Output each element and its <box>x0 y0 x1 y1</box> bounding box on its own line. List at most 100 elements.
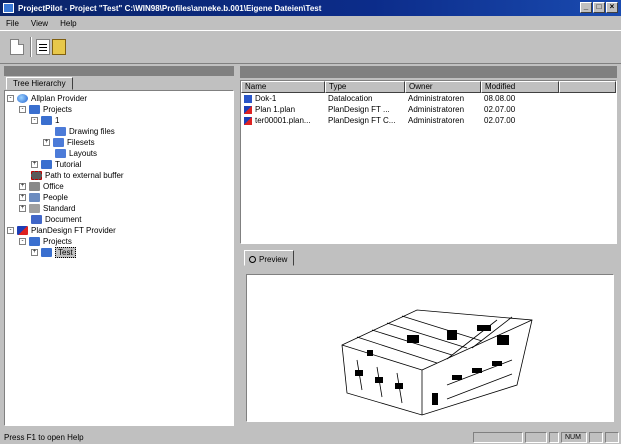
projects-folder-icon <box>29 237 40 246</box>
list-row[interactable]: ter00001.plan... PlanDesign FT C... Admi… <box>241 115 616 126</box>
layouts-icon <box>55 149 66 158</box>
tree-node-filesets[interactable]: + Filesets <box>43 137 95 148</box>
tree-node-label: Filesets <box>67 138 95 147</box>
status-cell <box>473 431 523 443</box>
tree-node-project-1[interactable]: - 1 <box>31 115 59 126</box>
expand-icon[interactable]: + <box>19 183 26 190</box>
menu-bar: File View Help <box>0 16 621 30</box>
tree-node-tutorial[interactable]: + Tutorial <box>31 159 81 170</box>
tab-preview-label: Preview <box>259 254 288 264</box>
list-row[interactable]: Dok-1 Datalocation Administratoren 08.08… <box>241 93 616 104</box>
plan-file-icon <box>244 105 252 114</box>
minimize-button[interactable]: _ <box>580 2 592 13</box>
tree-node-test[interactable]: + Test <box>31 247 76 258</box>
status-cell <box>525 431 547 443</box>
expand-icon[interactable]: + <box>19 194 26 201</box>
tree-node-people[interactable]: + People <box>19 192 68 203</box>
tree-node-standard[interactable]: + Standard <box>19 203 75 214</box>
menu-help[interactable]: Help <box>60 19 76 28</box>
properties-icon[interactable] <box>36 39 50 55</box>
preview-canvas[interactable] <box>246 274 614 422</box>
tree-node-label: Drawing files <box>69 127 115 136</box>
cell-type: PlanDesign FT ... <box>328 105 390 114</box>
status-cell <box>605 431 619 443</box>
pane-splitter[interactable] <box>235 66 239 428</box>
tree-node-allplan-provider[interactable]: - Allplan Provider <box>7 93 87 104</box>
collapse-icon[interactable]: - <box>19 238 26 245</box>
expand-icon[interactable]: + <box>19 205 26 212</box>
tree-node-label: People <box>43 193 68 202</box>
file-list[interactable]: Name Type Owner Modified Dok-1 Datalocat… <box>240 80 617 244</box>
window-controls: _ □ × <box>580 2 618 13</box>
toolbar-separator <box>30 37 32 57</box>
tree-node-label: Projects <box>43 237 72 246</box>
title-bar[interactable]: ProjectPilot - Project "Test" C:\WIN98\P… <box>0 0 621 16</box>
cell-modified: 02.07.00 <box>484 105 516 114</box>
open-folder-icon[interactable] <box>52 39 66 55</box>
cell-modified: 02.07.00 <box>484 116 516 125</box>
tree-node-label-selected: Test <box>55 247 76 258</box>
cell-owner: Administratoren <box>408 105 465 114</box>
column-header-modified[interactable]: Modified <box>481 81 559 93</box>
building-drawing-preview <box>341 309 533 416</box>
row-name: ter00001.plan... <box>255 116 311 125</box>
tree-node-plandesign-provider[interactable]: - PlanDesign FT Provider <box>7 225 116 236</box>
collapse-icon[interactable]: - <box>31 117 38 124</box>
close-button[interactable]: × <box>606 2 618 13</box>
tree-view[interactable]: - Allplan Provider - Projects - 1 Drawin… <box>4 90 234 426</box>
tab-tree-hierarchy[interactable]: Tree Hierarchy <box>6 77 73 90</box>
tree-node-label: Layouts <box>69 149 98 158</box>
tree-node-drawing-files[interactable]: Drawing files <box>55 126 115 137</box>
maximize-button[interactable]: □ <box>593 2 605 13</box>
tree-node-label: Document <box>45 215 82 224</box>
standard-icon <box>29 204 40 213</box>
cell-name: Dok-1 <box>241 94 325 103</box>
expand-icon[interactable]: + <box>31 249 38 256</box>
expand-icon[interactable]: + <box>43 139 50 146</box>
expand-icon[interactable]: + <box>31 161 38 168</box>
column-header-name[interactable]: Name <box>241 81 325 93</box>
people-icon <box>29 193 40 202</box>
status-text: Press F1 to open Help <box>4 432 84 442</box>
tree-node-projects-2[interactable]: - Projects <box>19 236 72 247</box>
collapse-icon[interactable]: - <box>19 106 26 113</box>
tree-node-label: Tutorial <box>55 160 82 169</box>
menu-file[interactable]: File <box>6 19 19 28</box>
new-document-icon[interactable] <box>10 39 24 55</box>
status-cell <box>589 431 603 443</box>
tree-node-office[interactable]: + Office <box>19 181 64 192</box>
project-icon <box>41 160 52 169</box>
tab-preview[interactable]: Preview <box>244 250 295 266</box>
plandesign-provider-icon <box>17 226 28 235</box>
office-icon <box>29 182 40 191</box>
tree-node-label: Standard <box>43 204 76 213</box>
cell-name: ter00001.plan... <box>241 116 325 125</box>
tree-node-label: Projects <box>43 105 72 114</box>
cell-name: Plan 1.plan <box>241 105 325 114</box>
project-icon <box>41 248 52 257</box>
data-location-icon <box>244 94 252 103</box>
cell-owner: Administratoren <box>408 94 465 103</box>
tree-tab-row: Tree Hierarchy <box>4 76 234 90</box>
column-header-row: Name Type Owner Modified <box>241 81 616 93</box>
tree-node-document[interactable]: Document <box>31 214 81 225</box>
tree-node-external-buffer[interactable]: Path to external buffer <box>31 170 124 181</box>
menu-view[interactable]: View <box>31 19 48 28</box>
cell-type: PlanDesign FT C... <box>328 116 396 125</box>
projects-folder-icon <box>29 105 40 114</box>
tree-node-layouts[interactable]: Layouts <box>55 148 97 159</box>
cell-owner: Administratoren <box>408 116 465 125</box>
file-list-pane: Name Type Owner Modified Dok-1 Datalocat… <box>240 66 617 244</box>
status-bar: Press F1 to open Help NUM <box>0 430 621 444</box>
tree-node-projects[interactable]: - Projects <box>19 104 72 115</box>
collapse-icon[interactable]: - <box>7 95 14 102</box>
column-header-owner[interactable]: Owner <box>405 81 481 93</box>
row-name: Plan 1.plan <box>255 105 296 114</box>
list-row[interactable]: Plan 1.plan PlanDesign FT ... Administra… <box>241 104 616 115</box>
plan-file-icon <box>244 116 252 125</box>
globe-icon <box>17 94 28 103</box>
column-header-type[interactable]: Type <box>325 81 405 93</box>
magnifier-icon <box>249 255 256 263</box>
collapse-icon[interactable]: - <box>7 227 14 234</box>
tree-pane-header <box>4 66 234 76</box>
